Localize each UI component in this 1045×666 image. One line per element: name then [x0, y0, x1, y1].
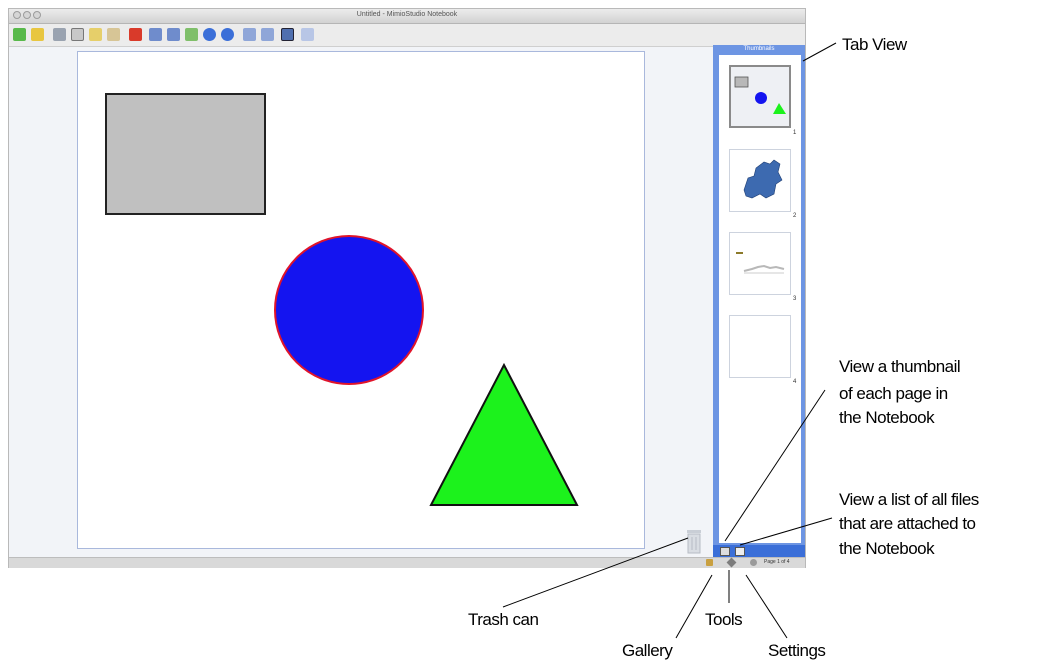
callout-thumbnail-line2: of each page in: [839, 384, 948, 403]
callout-tools: Tools: [705, 610, 743, 629]
callout-files-line3: the Notebook: [839, 539, 935, 558]
callout-thumbnail-line3: the Notebook: [839, 408, 935, 427]
callout-files-line2: that are attached to: [839, 514, 976, 533]
callout-files-line1: View a list of all files: [839, 490, 979, 509]
callout-lines: [502, 42, 837, 639]
callout-gallery: Gallery: [622, 641, 673, 660]
callout-tab-view: Tab View: [842, 35, 907, 54]
callout-trash-can: Trash can: [468, 610, 539, 629]
callout-thumbnail-line1: View a thumbnail: [839, 357, 961, 376]
callout-settings: Settings: [768, 641, 826, 660]
